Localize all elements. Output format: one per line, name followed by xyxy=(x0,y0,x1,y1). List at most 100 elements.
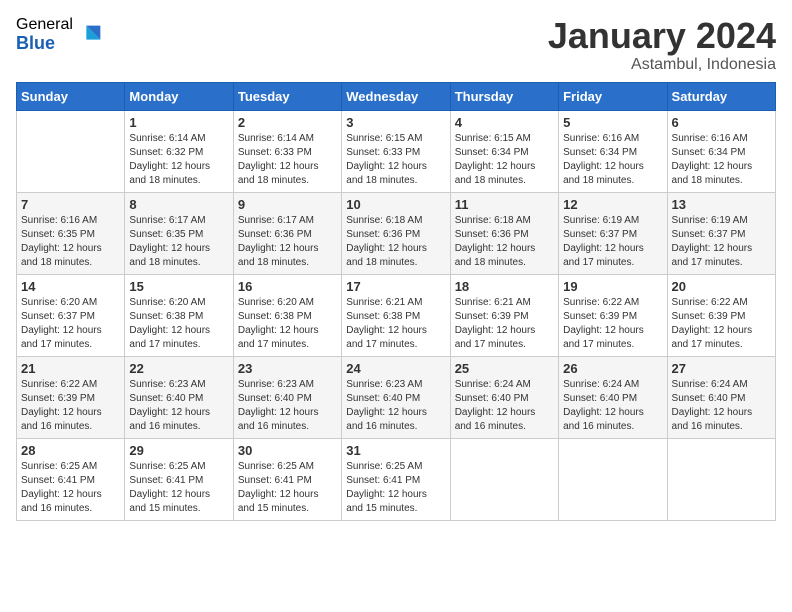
calendar-header-row: SundayMondayTuesdayWednesdayThursdayFrid… xyxy=(17,82,776,110)
calendar-cell: 1 Sunrise: 6:14 AMSunset: 6:32 PMDaylight… xyxy=(125,110,233,192)
calendar-cell: 28Sunrise: 6:25 AMSunset: 6:41 PMDayligh… xyxy=(17,438,125,520)
day-info: Sunrise: 6:19 AMSunset: 6:37 PMDaylight:… xyxy=(563,214,662,270)
day-number: 13 xyxy=(672,197,771,212)
day-number: 16 xyxy=(238,279,337,294)
calendar-cell: 18 Sunrise: 6:21 AMSunset: 6:39 PMDayligh… xyxy=(450,274,558,356)
logo-blue: Blue xyxy=(16,34,73,54)
calendar-cell: 13 Sunrise: 6:19 AMSunset: 6:37 PMDayligh… xyxy=(667,192,775,274)
day-number: 26 xyxy=(563,361,662,376)
day-number: 27 xyxy=(672,361,771,376)
calendar-cell: 26 Sunrise: 6:24 AMSunset: 6:40 PMDayligh… xyxy=(559,356,667,438)
calendar-cell: 21 Sunrise: 6:22 AMSunset: 6:39 PMDayligh… xyxy=(17,356,125,438)
day-header-sunday: Sunday xyxy=(17,82,125,110)
day-number: 23 xyxy=(238,361,337,376)
calendar-cell: 19 Sunrise: 6:22 AMSunset: 6:39 PMDayligh… xyxy=(559,274,667,356)
calendar-cell: 7 Sunrise: 6:16 AMSunset: 6:35 PMDaylight… xyxy=(17,192,125,274)
day-number: 9 xyxy=(238,197,337,212)
day-info: Sunrise: 6:20 AMSunset: 6:38 PMDaylight:… xyxy=(129,296,228,352)
day-number: 12 xyxy=(563,197,662,212)
page-header: General Blue January 2024 Astambul, Indo… xyxy=(16,16,776,74)
day-info: Sunrise: 6:16 AMSunset: 6:34 PMDaylight:… xyxy=(672,132,771,188)
day-info: Sunrise: 6:14 AMSunset: 6:32 PMDaylight:… xyxy=(129,132,228,188)
day-info: Sunrise: 6:21 AMSunset: 6:39 PMDaylight:… xyxy=(455,296,554,352)
calendar-table: SundayMondayTuesdayWednesdayThursdayFrid… xyxy=(16,82,776,521)
day-header-wednesday: Wednesday xyxy=(342,82,450,110)
day-info: Sunrise: 6:22 AMSunset: 6:39 PMDaylight:… xyxy=(563,296,662,352)
day-number: 11 xyxy=(455,197,554,212)
day-info: Sunrise: 6:17 AMSunset: 6:35 PMDaylight:… xyxy=(129,214,228,270)
day-number: 28 xyxy=(21,443,120,458)
calendar-cell: 4 Sunrise: 6:15 AMSunset: 6:34 PMDaylight… xyxy=(450,110,558,192)
day-info: Sunrise: 6:16 AMSunset: 6:34 PMDaylight:… xyxy=(563,132,662,188)
day-info: Sunrise: 6:20 AMSunset: 6:37 PMDaylight:… xyxy=(21,296,120,352)
calendar-cell: 23Sunrise: 6:23 AMSunset: 6:40 PMDayligh… xyxy=(233,356,341,438)
day-header-friday: Friday xyxy=(559,82,667,110)
day-number: 19 xyxy=(563,279,662,294)
day-info: Sunrise: 6:16 AMSunset: 6:35 PMDaylight:… xyxy=(21,214,120,270)
day-number: 7 xyxy=(21,197,120,212)
calendar-cell: 20Sunrise: 6:22 AMSunset: 6:39 PMDayligh… xyxy=(667,274,775,356)
day-info: Sunrise: 6:24 AMSunset: 6:40 PMDaylight:… xyxy=(563,378,662,434)
day-number: 15 xyxy=(129,279,228,294)
calendar-cell: 16 Sunrise: 6:20 AMSunset: 6:38 PMDayligh… xyxy=(233,274,341,356)
day-header-tuesday: Tuesday xyxy=(233,82,341,110)
calendar-cell xyxy=(17,110,125,192)
day-number: 22 xyxy=(129,361,228,376)
location-subtitle: Astambul, Indonesia xyxy=(548,56,776,74)
day-info: Sunrise: 6:15 AMSunset: 6:33 PMDaylight:… xyxy=(346,132,445,188)
day-info: Sunrise: 6:20 AMSunset: 6:38 PMDaylight:… xyxy=(238,296,337,352)
day-info: Sunrise: 6:19 AMSunset: 6:37 PMDaylight:… xyxy=(672,214,771,270)
calendar-cell: 3 Sunrise: 6:15 AMSunset: 6:33 PMDaylight… xyxy=(342,110,450,192)
logo-text: General Blue xyxy=(16,16,73,53)
day-number: 14 xyxy=(21,279,120,294)
day-header-saturday: Saturday xyxy=(667,82,775,110)
day-info: Sunrise: 6:24 AMSunset: 6:40 PMDaylight:… xyxy=(455,378,554,434)
day-info: Sunrise: 6:25 AMSunset: 6:41 PMDaylight:… xyxy=(129,460,228,516)
logo-icon xyxy=(77,21,105,49)
calendar-cell: 30Sunrise: 6:25 AMSunset: 6:41 PMDayligh… xyxy=(233,438,341,520)
day-info: Sunrise: 6:22 AMSunset: 6:39 PMDaylight:… xyxy=(672,296,771,352)
calendar-cell: 29 Sunrise: 6:25 AMSunset: 6:41 PMDayligh… xyxy=(125,438,233,520)
logo: General Blue xyxy=(16,16,105,53)
day-number: 10 xyxy=(346,197,445,212)
calendar-cell xyxy=(559,438,667,520)
calendar-week-4: 21 Sunrise: 6:22 AMSunset: 6:39 PMDayligh… xyxy=(17,356,776,438)
day-info: Sunrise: 6:18 AMSunset: 6:36 PMDaylight:… xyxy=(346,214,445,270)
day-number: 24 xyxy=(346,361,445,376)
calendar-cell: 27Sunrise: 6:24 AMSunset: 6:40 PMDayligh… xyxy=(667,356,775,438)
day-number: 21 xyxy=(21,361,120,376)
calendar-cell: 15 Sunrise: 6:20 AMSunset: 6:38 PMDayligh… xyxy=(125,274,233,356)
day-info: Sunrise: 6:25 AMSunset: 6:41 PMDaylight:… xyxy=(238,460,337,516)
day-number: 25 xyxy=(455,361,554,376)
day-info: Sunrise: 6:23 AMSunset: 6:40 PMDaylight:… xyxy=(346,378,445,434)
day-number: 4 xyxy=(455,115,554,130)
calendar-week-5: 28 Sunrise: 6:25 AMSunset: 6:41 PMDayligh… xyxy=(17,438,776,520)
day-number: 18 xyxy=(455,279,554,294)
day-info: Sunrise: 6:25 AMSunset: 6:41 PMDaylight:… xyxy=(346,460,445,516)
day-header-monday: Monday xyxy=(125,82,233,110)
day-info: Sunrise: 6:21 AMSunset: 6:38 PMDaylight:… xyxy=(346,296,445,352)
day-number: 3 xyxy=(346,115,445,130)
title-block: January 2024 Astambul, Indonesia xyxy=(548,16,776,74)
calendar-cell: 8 Sunrise: 6:17 AMSunset: 6:35 PMDaylight… xyxy=(125,192,233,274)
logo-general: General xyxy=(16,16,73,34)
day-number: 5 xyxy=(563,115,662,130)
calendar-cell: 11 Sunrise: 6:18 AMSunset: 6:36 PMDayligh… xyxy=(450,192,558,274)
day-info: Sunrise: 6:22 AMSunset: 6:39 PMDaylight:… xyxy=(21,378,120,434)
calendar-cell: 12 Sunrise: 6:19 AMSunset: 6:37 PMDayligh… xyxy=(559,192,667,274)
calendar-cell xyxy=(667,438,775,520)
day-number: 29 xyxy=(129,443,228,458)
calendar-week-2: 7 Sunrise: 6:16 AMSunset: 6:35 PMDaylight… xyxy=(17,192,776,274)
day-number: 8 xyxy=(129,197,228,212)
calendar-cell: 2Sunrise: 6:14 AMSunset: 6:33 PMDaylight… xyxy=(233,110,341,192)
day-info: Sunrise: 6:15 AMSunset: 6:34 PMDaylight:… xyxy=(455,132,554,188)
calendar-cell: 6Sunrise: 6:16 AMSunset: 6:34 PMDaylight… xyxy=(667,110,775,192)
calendar-cell: 10 Sunrise: 6:18 AMSunset: 6:36 PMDayligh… xyxy=(342,192,450,274)
calendar-cell: 5 Sunrise: 6:16 AMSunset: 6:34 PMDaylight… xyxy=(559,110,667,192)
calendar-cell: 22Sunrise: 6:23 AMSunset: 6:40 PMDayligh… xyxy=(125,356,233,438)
calendar-cell: 17 Sunrise: 6:21 AMSunset: 6:38 PMDayligh… xyxy=(342,274,450,356)
day-number: 17 xyxy=(346,279,445,294)
day-info: Sunrise: 6:18 AMSunset: 6:36 PMDaylight:… xyxy=(455,214,554,270)
day-number: 1 xyxy=(129,115,228,130)
calendar-cell: 25 Sunrise: 6:24 AMSunset: 6:40 PMDayligh… xyxy=(450,356,558,438)
